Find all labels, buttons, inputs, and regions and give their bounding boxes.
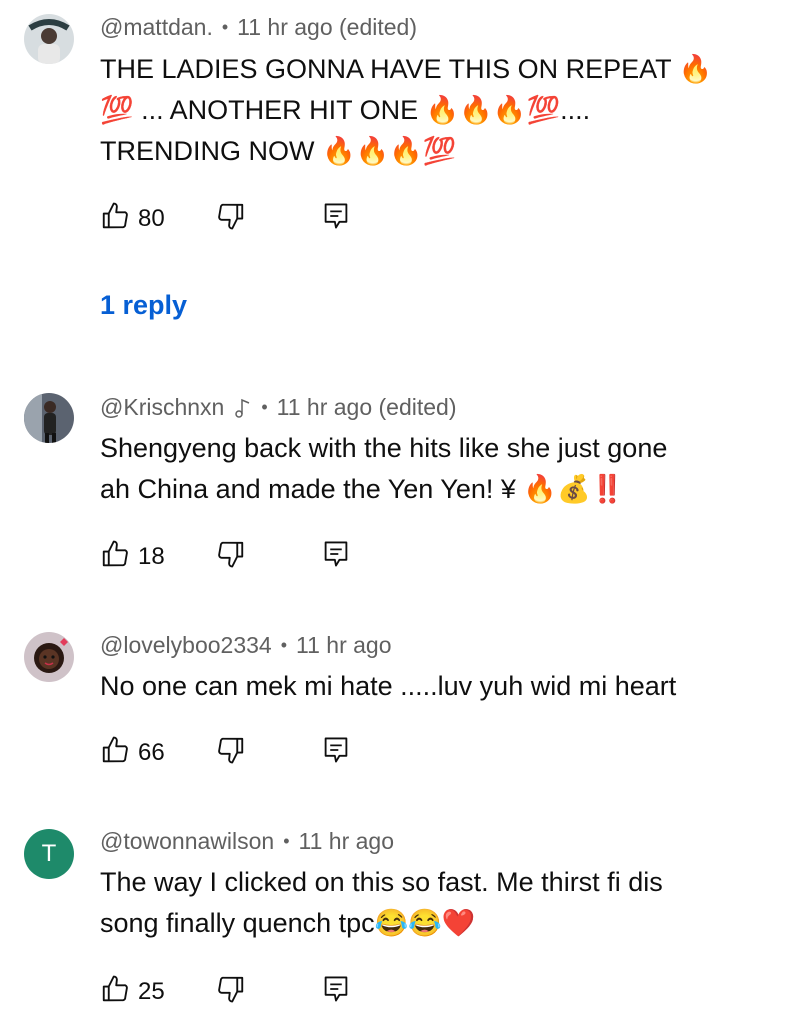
comment-actions: 18 xyxy=(100,539,360,575)
comment-time[interactable]: 11 hr ago xyxy=(299,828,394,855)
dislike-button[interactable] xyxy=(216,201,246,236)
separator-dot: • xyxy=(280,635,288,655)
comment-actions: 66 xyxy=(100,735,360,771)
view-replies-link[interactable]: 1 reply xyxy=(100,290,187,321)
like-count: 18 xyxy=(138,542,165,570)
comment-line: THE LADIES GONNA HAVE THIS ON REPEAT 🔥 xyxy=(100,54,713,84)
reply-button[interactable] xyxy=(322,735,350,770)
avatar[interactable] xyxy=(24,14,74,64)
comment-meta: @mattdan. • 11 hr ago (edited) xyxy=(100,14,417,41)
thumbs-up-icon xyxy=(100,201,130,236)
separator-dot: • xyxy=(261,397,268,417)
comment-meta: @towonnawilson • 11 hr ago xyxy=(100,828,394,855)
reply-button[interactable] xyxy=(322,539,350,574)
like-count: 80 xyxy=(138,204,165,232)
thumbs-up-icon xyxy=(100,974,130,1009)
like-button[interactable]: 25 xyxy=(100,974,165,1009)
separator-dot: • xyxy=(283,831,290,851)
comment-author[interactable]: @Krischnxn xyxy=(100,394,224,421)
comment-author[interactable]: @towonnawilson xyxy=(100,828,274,855)
music-note-icon xyxy=(234,397,252,419)
comment-line: song finally quench tpc😂😂❤️ xyxy=(100,908,476,938)
like-button[interactable]: 80 xyxy=(100,201,165,236)
like-button[interactable]: 66 xyxy=(100,735,165,770)
dislike-button[interactable] xyxy=(216,735,246,770)
avatar[interactable]: T xyxy=(24,829,74,879)
comment-time[interactable]: 11 hr ago xyxy=(296,632,391,659)
dislike-button[interactable] xyxy=(216,539,246,574)
dislike-button[interactable] xyxy=(216,974,246,1009)
comment-line: The way I clicked on this so fast. Me th… xyxy=(100,867,663,897)
reply-comment-icon xyxy=(322,974,350,1009)
thumbs-up-icon xyxy=(100,735,130,770)
reply-button[interactable] xyxy=(322,201,350,236)
thumbs-down-icon xyxy=(216,974,246,1009)
comment-time[interactable]: 11 hr ago (edited) xyxy=(237,14,417,41)
comment-actions: 25 xyxy=(100,974,360,1010)
comment-line: Shengyeng back with the hits like she ju… xyxy=(100,433,668,463)
comment-meta: @Krischnxn • 11 hr ago (edited) xyxy=(100,394,457,421)
separator-dot: • xyxy=(221,17,229,37)
thumbs-down-icon xyxy=(216,201,246,236)
comment-text: THE LADIES GONNA HAVE THIS ON REPEAT 🔥 💯… xyxy=(100,49,760,172)
reply-comment-icon xyxy=(322,201,350,236)
avatar[interactable] xyxy=(24,632,74,682)
comment-text: The way I clicked on this so fast. Me th… xyxy=(100,862,760,944)
reply-comment-icon xyxy=(322,539,350,574)
comment-line: 💯 ... ANOTHER HIT ONE 🔥🔥🔥💯.... xyxy=(100,95,591,125)
thumbs-down-icon xyxy=(216,539,246,574)
thumbs-down-icon xyxy=(216,735,246,770)
comment-line: TRENDING NOW 🔥🔥🔥💯 xyxy=(100,136,457,166)
comment-meta: @lovelyboo2334 • 11 hr ago xyxy=(100,632,392,659)
reply-comment-icon xyxy=(322,735,350,770)
comment-author[interactable]: @lovelyboo2334 xyxy=(100,632,272,659)
comment-actions: 80 xyxy=(100,201,360,237)
comment-text: Shengyeng back with the hits like she ju… xyxy=(100,428,760,510)
comment-author[interactable]: @mattdan. xyxy=(100,14,213,41)
comment-time[interactable]: 11 hr ago (edited) xyxy=(277,394,457,421)
like-count: 66 xyxy=(138,738,165,766)
comment-line: ah China and made the Yen Yen! ¥ 🔥💰‼️ xyxy=(100,474,625,504)
like-button[interactable]: 18 xyxy=(100,539,165,574)
reply-button[interactable] xyxy=(322,974,350,1009)
comment-line: No one can mek mi hate .....luv yuh wid … xyxy=(100,671,677,701)
avatar[interactable] xyxy=(24,393,74,443)
like-count: 25 xyxy=(138,977,165,1005)
comment-text: No one can mek mi hate .....luv yuh wid … xyxy=(100,666,760,707)
thumbs-up-icon xyxy=(100,539,130,574)
